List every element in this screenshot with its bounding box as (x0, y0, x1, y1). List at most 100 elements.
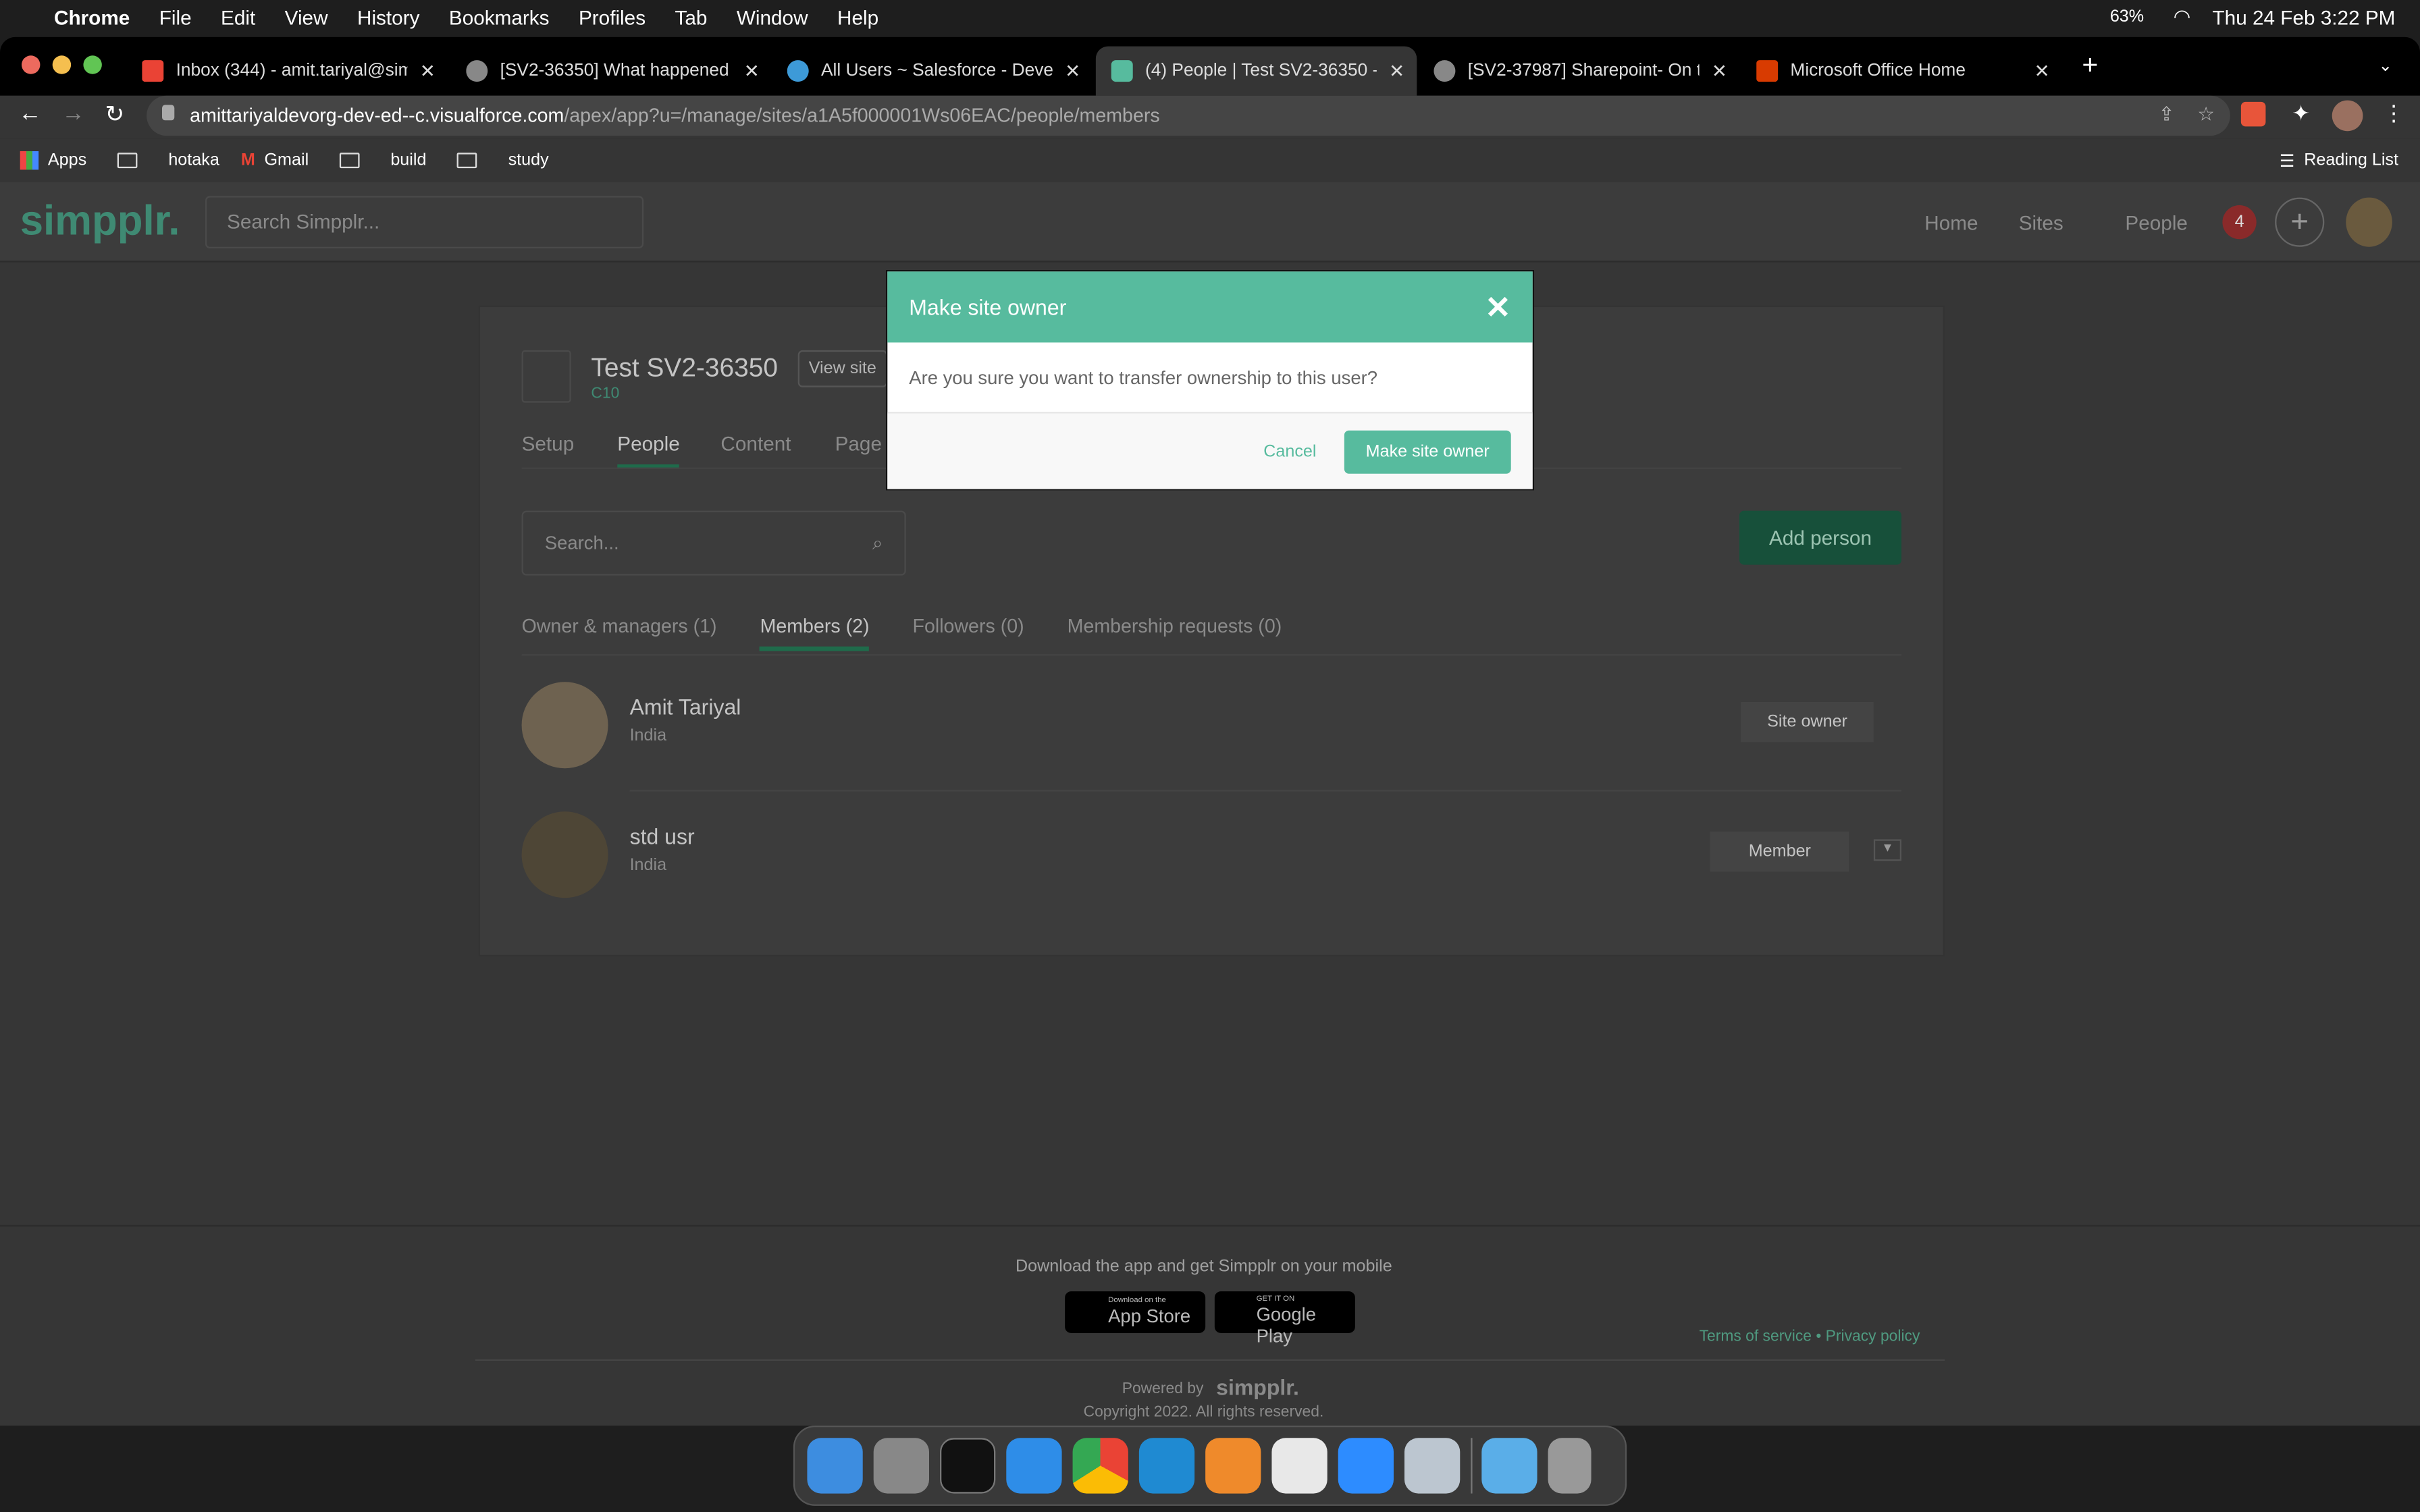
address-bar[interactable]: amittariyaldevorg-dev-ed--c.visualforce.… (147, 95, 2230, 136)
app-header: simpplr. Search Simpplr... Home Sites Pe… (0, 182, 2420, 263)
subtab-followers[interactable]: Followers (0) (912, 616, 1024, 651)
finder-icon[interactable] (807, 1438, 863, 1494)
people-search-input[interactable]: Search... ⌕ (521, 510, 906, 576)
tab-sv2-37987[interactable]: [SV2-37987] Sharepoint- On tr ✕ (1433, 47, 1727, 96)
nav-people[interactable]: People (2125, 211, 2188, 234)
bookmark-apps[interactable]: Apps (48, 151, 86, 169)
menu-bookmarks[interactable]: Bookmarks (449, 5, 550, 28)
downloads-folder-icon[interactable] (1481, 1438, 1537, 1494)
new-tab-button[interactable]: + (2082, 49, 2098, 82)
tab-people-active[interactable]: (4) People | Test SV2-36350 - Simpplr ✕ (1095, 46, 1417, 96)
nav-home[interactable]: Home (1924, 211, 1978, 234)
sublime-icon[interactable] (1205, 1438, 1261, 1494)
tab-search-chevron-icon[interactable]: ⌄ (2378, 55, 2392, 76)
salesforce-icon (787, 60, 809, 82)
menu-history[interactable]: History (357, 5, 419, 28)
simpplr-logo[interactable]: simpplr. (20, 198, 180, 246)
folder-icon (457, 153, 477, 169)
menu-window[interactable]: Window (737, 5, 808, 28)
tab-salesforce[interactable]: All Users ~ Salesforce - Developer ✕ (787, 47, 1080, 96)
add-person-button[interactable]: Add person (1739, 510, 1901, 565)
make-site-owner-button[interactable]: Make site owner (1344, 429, 1511, 473)
close-icon[interactable]: ✕ (1485, 288, 1510, 326)
dialog-body: Are you sure you want to transfer owners… (887, 342, 1533, 414)
close-tab-icon[interactable]: ✕ (1712, 60, 1727, 82)
menu-edit[interactable]: Edit (221, 5, 255, 28)
menu-tab[interactable]: Tab (675, 5, 707, 28)
member-name[interactable]: std usr (630, 824, 695, 849)
footer-logo: simpplr. (1216, 1374, 1299, 1400)
launchpad-icon[interactable] (873, 1438, 929, 1494)
tab-gmail[interactable]: Inbox (344) - amit.tariyal@simpplr ✕ (142, 47, 436, 96)
menu-help[interactable]: Help (837, 5, 878, 28)
bookmarks-bar: Apps hotaka M Gmail build study ☰ Reading … (0, 138, 2420, 182)
privacy-link[interactable]: Privacy policy (1826, 1328, 1920, 1345)
chevron-down-icon[interactable]: ▼ (1873, 839, 1901, 861)
app-store-badge[interactable]: Download on the App Store (1065, 1291, 1206, 1333)
clock[interactable]: Thu 24 Feb 3:22 PM (2213, 5, 2396, 28)
vscode-icon[interactable] (1138, 1438, 1195, 1494)
zoom-icon[interactable] (1338, 1438, 1394, 1494)
tab-content[interactable]: Content (720, 432, 791, 455)
puzzle-icon[interactable]: ✦ (2292, 101, 2310, 127)
menu-view[interactable]: View (285, 5, 328, 28)
cancel-button[interactable]: Cancel (1263, 442, 1316, 460)
bookmark-study[interactable]: study (508, 151, 549, 169)
close-tab-icon[interactable]: ✕ (1065, 60, 1080, 82)
back-icon[interactable]: ← (18, 101, 41, 127)
member-name[interactable]: Amit Tariyal (630, 695, 741, 720)
view-site-button[interactable]: View site (797, 350, 887, 387)
forward-icon[interactable]: → (61, 101, 84, 127)
create-plus-button[interactable]: + (2275, 197, 2325, 247)
subtab-members[interactable]: Members (2) (760, 616, 870, 651)
minimize-window-button[interactable] (52, 55, 72, 74)
close-tab-icon[interactable]: ✕ (744, 60, 760, 82)
tab-people[interactable]: People (617, 432, 680, 469)
member-location: India (629, 856, 667, 875)
safari-icon[interactable] (1006, 1438, 1062, 1494)
extension-icon[interactable] (2240, 101, 2266, 127)
notification-badge[interactable]: 4 (2222, 205, 2257, 240)
google-play-badge[interactable]: GET IT ON Google Play (1214, 1291, 1355, 1347)
user-avatar[interactable] (2346, 197, 2392, 247)
profile-avatar[interactable] (2332, 100, 2363, 132)
member-avatar[interactable] (521, 682, 608, 769)
lock-icon[interactable] (161, 105, 175, 121)
wifi-icon[interactable]: ◠ (2174, 5, 2191, 30)
tab-setup[interactable]: Setup (522, 432, 575, 455)
trash-icon[interactable] (1548, 1438, 1592, 1494)
maximize-window-button[interactable] (83, 55, 102, 74)
bookmark-build[interactable]: build (390, 151, 426, 169)
menu-kebab-icon[interactable]: ⋮ (2383, 101, 2404, 127)
bookmark-gmail[interactable]: Gmail (264, 151, 309, 169)
chrome-icon[interactable] (1072, 1438, 1128, 1494)
subtab-membership-requests[interactable]: Membership requests (0) (1068, 616, 1282, 651)
gmail-icon (142, 60, 164, 82)
terminal-icon[interactable] (939, 1438, 996, 1494)
member-avatar[interactable] (521, 811, 608, 898)
menu-profiles[interactable]: Profiles (579, 5, 646, 28)
close-window-button[interactable] (21, 55, 41, 74)
bookmark-star-icon[interactable]: ☆ (2197, 102, 2215, 125)
menu-app[interactable]: Chrome (54, 5, 130, 28)
close-tab-icon[interactable]: ✕ (420, 60, 436, 82)
preview-icon[interactable] (1404, 1438, 1461, 1494)
role-dropdown[interactable]: Member (1710, 831, 1850, 872)
tab-page[interactable]: Page (835, 432, 882, 455)
tab-sv2-36350[interactable]: [SV2-36350] What happened to ✕ (466, 47, 760, 96)
battery-status[interactable]: 63% (2110, 7, 2144, 26)
reload-icon[interactable]: ↻ (105, 101, 124, 128)
tab-office[interactable]: Microsoft Office Home ✕ (1756, 47, 2050, 96)
subtab-owners-managers[interactable]: Owner & managers (1) (522, 616, 717, 651)
close-tab-icon[interactable]: ✕ (1389, 60, 1404, 82)
share-icon[interactable]: ⇪ (2159, 102, 2175, 125)
reading-list-button[interactable]: Reading List (2304, 151, 2398, 169)
global-search-input[interactable]: Search Simpplr... (205, 196, 644, 248)
search-icon[interactable]: ⌕ (872, 533, 883, 556)
bookmark-hotaka[interactable]: hotaka (168, 151, 219, 169)
close-tab-icon[interactable]: ✕ (2034, 60, 2050, 82)
menu-file[interactable]: File (159, 5, 192, 28)
terms-link[interactable]: Terms of service (1700, 1328, 1812, 1345)
slack-icon[interactable] (1271, 1438, 1327, 1494)
nav-sites[interactable]: Sites (2019, 211, 2063, 234)
